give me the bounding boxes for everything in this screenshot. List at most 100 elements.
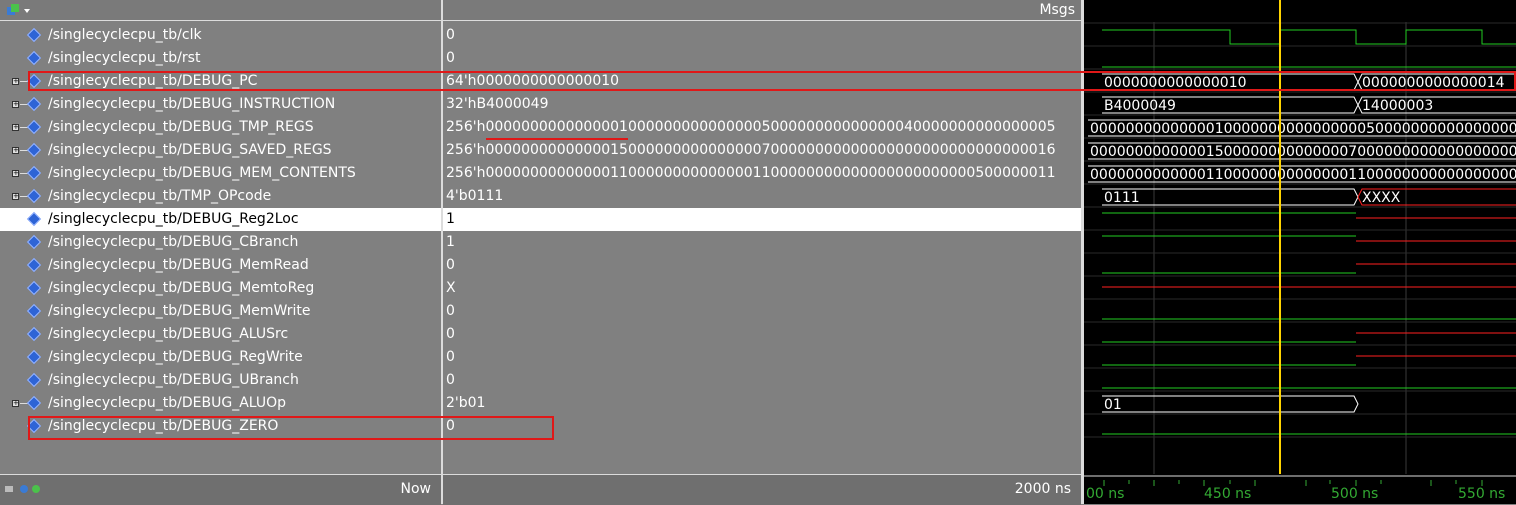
signal-name-list: /singlecyclecpu_tb/clk/singlecyclecpu_tb…	[0, 24, 441, 438]
value-row[interactable]: 256'h00000000000000150000000000000007000…	[443, 139, 1081, 162]
signal-name: /singlecyclecpu_tb/DEBUG_MemtoReg	[48, 280, 315, 296]
signal-values-pane: Msgs 0 0 64'h0000000000000010 32'hB4000049 2…	[443, 0, 1081, 505]
signal-diamond-icon	[26, 303, 42, 319]
signal-row[interactable]: + /singlecyclecpu_tb/DEBUG_INSTRUCTION	[0, 93, 441, 116]
expand-icon[interactable]: +	[12, 400, 19, 407]
value-row[interactable]: 0	[443, 323, 1081, 346]
signal-value: 0	[446, 257, 455, 273]
signal-value: X	[446, 280, 456, 296]
expand-icon[interactable]: +	[12, 124, 19, 131]
signal-name: /singlecyclecpu_tb/DEBUG_INSTRUCTION	[48, 96, 336, 112]
signal-row[interactable]: + /singlecyclecpu_tb/DEBUG_MEM_CONTENTS	[0, 162, 441, 185]
expand-icon[interactable]: +	[12, 193, 19, 200]
waveform-canvas[interactable]: 0000000000000010 0000000000000014 B40000…	[1084, 0, 1516, 504]
value-row[interactable]: 256'h00000000000000010000000000000005000…	[443, 116, 1081, 139]
signal-name: /singlecyclecpu_tb/DEBUG_CBranch	[48, 234, 299, 250]
signal-row[interactable]: /singlecyclecpu_tb/DEBUG_CBranch	[0, 231, 441, 254]
value-row[interactable]: X	[443, 277, 1081, 300]
signal-row[interactable]: + /singlecyclecpu_tb/DEBUG_PC	[0, 70, 441, 93]
signal-row[interactable]: /singlecyclecpu_tb/clk	[0, 24, 441, 47]
signal-value: 256'h00000000000000010000000000000005000…	[446, 119, 1056, 135]
waveform-pane[interactable]: 0000000000000010 0000000000000014 B40000…	[1084, 0, 1516, 504]
signal-name: /singlecyclecpu_tb/DEBUG_Reg2Loc	[48, 211, 299, 227]
signal-row[interactable]: + /singlecyclecpu_tb/DEBUG_ALUOp	[0, 392, 441, 415]
signal-names-pane: /singlecyclecpu_tb/clk/singlecyclecpu_tb…	[0, 0, 441, 505]
value-row[interactable]: 0	[443, 415, 1081, 438]
clk-wave	[1102, 29, 1516, 45]
signal-row[interactable]: /singlecyclecpu_tb/DEBUG_Reg2Loc	[0, 208, 441, 231]
signal-row[interactable]: /singlecyclecpu_tb/DEBUG_MemtoReg	[0, 277, 441, 300]
signal-row[interactable]: + /singlecyclecpu_tb/DEBUG_TMP_REGS	[0, 116, 441, 139]
signal-row[interactable]: + /singlecyclecpu_tb/TMP_OPcode	[0, 185, 441, 208]
msgs-label: Msgs	[1039, 2, 1075, 18]
signal-diamond-icon	[26, 96, 42, 112]
signal-name: /singlecyclecpu_tb/DEBUG_UBranch	[48, 372, 299, 388]
signal-value: 1	[446, 211, 455, 227]
tick-label: 00 ns	[1086, 486, 1124, 502]
value-row[interactable]: 1	[443, 208, 1081, 231]
tick-label: 550 ns	[1458, 486, 1505, 502]
signal-name: /singlecyclecpu_tb/DEBUG_ALUSrc	[48, 326, 289, 342]
value-row[interactable]: 0	[443, 254, 1081, 277]
signal-value: 0	[446, 326, 455, 342]
value-row[interactable]: 4'b0111	[443, 185, 1081, 208]
signal-value: 32'hB4000049	[446, 96, 549, 112]
signal-value: 64'h0000000000000010	[446, 73, 620, 89]
expand-icon[interactable]: +	[12, 147, 19, 154]
tmp-regs-wave-label: 0000000000000010000000000000000500000000…	[1090, 121, 1516, 137]
value-row[interactable]: 2'b01	[443, 392, 1081, 415]
names-footer: Now	[0, 474, 441, 505]
signal-name: /singlecyclecpu_tb/DEBUG_MemRead	[48, 257, 309, 273]
expand-icon[interactable]: +	[12, 170, 19, 177]
names-header	[0, 0, 441, 21]
signal-diamond-icon	[26, 119, 42, 135]
expand-icon[interactable]: +	[12, 78, 19, 85]
signal-diamond-icon	[26, 188, 42, 204]
signal-diamond-icon	[26, 418, 42, 434]
signal-row[interactable]: /singlecyclecpu_tb/DEBUG_MemWrite	[0, 300, 441, 323]
wave-toolbar-icon[interactable]	[6, 3, 32, 17]
value-row[interactable]: 0	[443, 346, 1081, 369]
saved-regs-wave-label: 0000000000000150000000000000070000000000…	[1090, 144, 1516, 160]
signal-diamond-icon	[26, 234, 42, 250]
signal-row[interactable]: /singlecyclecpu_tb/DEBUG_ALUSrc	[0, 323, 441, 346]
instr-wave-label-b: 14000003	[1362, 98, 1433, 114]
tick-label: 500 ns	[1331, 486, 1378, 502]
signal-value: 0	[446, 50, 455, 66]
value-row[interactable]: 0	[443, 24, 1081, 47]
signal-row[interactable]: /singlecyclecpu_tb/rst	[0, 47, 441, 70]
value-row[interactable]: 0	[443, 369, 1081, 392]
value-row[interactable]: 256'h00000000000000110000000000000011000…	[443, 162, 1081, 185]
signal-name: /singlecyclecpu_tb/DEBUG_PC	[48, 73, 258, 89]
signal-name: /singlecyclecpu_tb/DEBUG_ZERO	[48, 418, 279, 434]
signal-row[interactable]: /singlecyclecpu_tb/DEBUG_RegWrite	[0, 346, 441, 369]
value-row[interactable]: 0	[443, 47, 1081, 70]
value-row[interactable]: 64'h0000000000000010	[443, 70, 1081, 93]
signal-row[interactable]: /singlecyclecpu_tb/DEBUG_ZERO	[0, 415, 441, 438]
expand-icon[interactable]: +	[12, 101, 19, 108]
signal-name: /singlecyclecpu_tb/DEBUG_MemWrite	[48, 303, 311, 319]
add-remove-icons[interactable]	[4, 483, 44, 495]
value-row[interactable]: 32'hB4000049	[443, 93, 1081, 116]
bit-waves	[1102, 212, 1516, 435]
signal-value: 1	[446, 234, 455, 250]
opcode-wave-label-b: XXXX	[1362, 190, 1401, 206]
signal-row[interactable]: /singlecyclecpu_tb/DEBUG_MemRead	[0, 254, 441, 277]
value-row[interactable]: 0	[443, 300, 1081, 323]
value-row[interactable]: 1	[443, 231, 1081, 254]
signal-diamond-icon	[26, 27, 42, 43]
signal-row[interactable]: + /singlecyclecpu_tb/DEBUG_SAVED_REGS	[0, 139, 441, 162]
signal-row[interactable]: /singlecyclecpu_tb/DEBUG_UBranch	[0, 369, 441, 392]
mem-contents-wave-label: 0000000000000110000000000000011000000000…	[1090, 167, 1516, 183]
signal-diamond-icon	[26, 165, 42, 181]
signal-diamond-icon	[26, 326, 42, 342]
signal-diamond-icon	[26, 142, 42, 158]
signal-diamond-icon	[26, 257, 42, 273]
signal-value: 0	[446, 372, 455, 388]
signal-diamond-icon	[26, 73, 42, 89]
signal-value: 4'b0111	[446, 188, 504, 204]
signal-name: /singlecyclecpu_tb/rst	[48, 50, 201, 66]
signal-diamond-icon	[26, 349, 42, 365]
signal-diamond-icon	[26, 395, 42, 411]
now-value: 2000 ns	[1014, 481, 1071, 497]
